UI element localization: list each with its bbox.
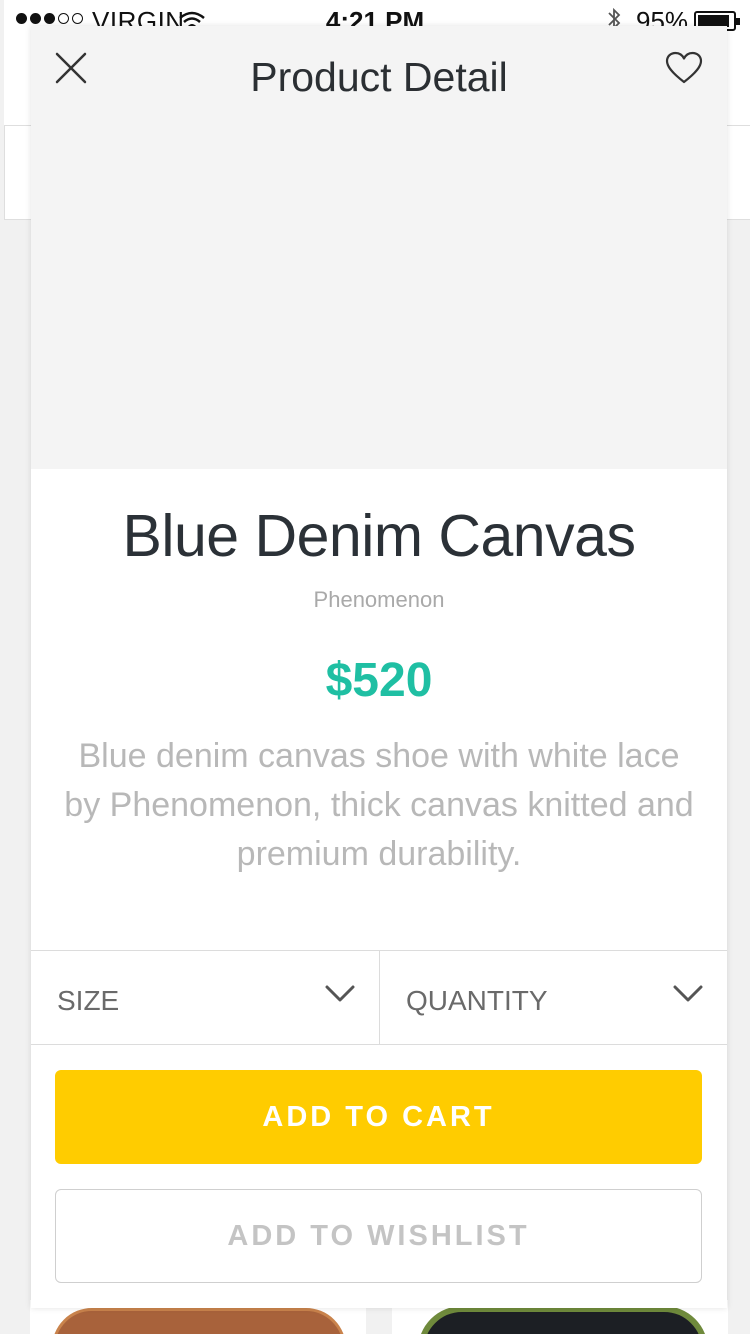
chevron-down-icon (325, 985, 355, 1002)
product-description: Blue denim canvas shoe with white lace b… (64, 737, 694, 873)
option-selectors: SIZE QUANTITY (31, 950, 727, 1045)
hat-thumbnail-black (418, 1306, 708, 1334)
product-price: $520 (325, 654, 433, 707)
product-name: Blue Denim Canvas (122, 503, 636, 569)
favorite-button[interactable] (661, 46, 707, 90)
size-label: SIZE (57, 985, 120, 1016)
chevron-down-icon (673, 985, 703, 1002)
heart-icon (665, 51, 703, 84)
hat-thumbnail-brown (52, 1308, 346, 1334)
size-dropdown[interactable]: SIZE (31, 951, 379, 1044)
product-detail-modal: Product Detail Blue Denim Canvas Phenome… (31, 26, 727, 1308)
page-title: Product Detail (250, 54, 508, 100)
add-to-wishlist-button[interactable]: ADD TO WISHLIST (55, 1189, 702, 1283)
product-brand: Phenomenon (313, 587, 445, 612)
quantity-dropdown[interactable]: QUANTITY (379, 951, 727, 1044)
quantity-label: QUANTITY (406, 985, 548, 1016)
add-to-cart-button[interactable]: ADD TO CART (55, 1070, 702, 1164)
